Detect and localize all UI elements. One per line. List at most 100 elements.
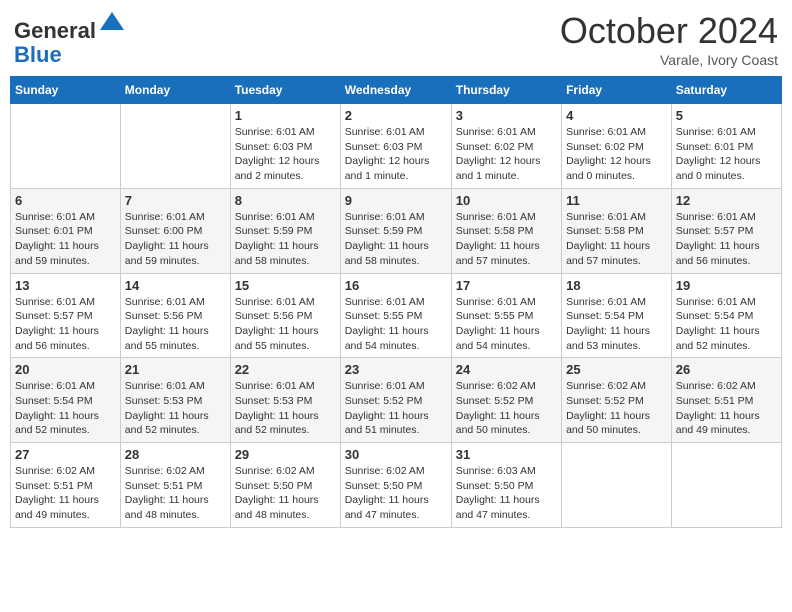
day-cell: 14Sunrise: 6:01 AM Sunset: 5:56 PM Dayli… <box>120 273 230 358</box>
day-cell: 1 Sunrise: 6:01 AM Sunset: 6:03 PM Daylig… <box>230 104 340 189</box>
day-cell: 25 Sunrise: 6:02 AM Sunset: 5:52 PM Dayli… <box>562 358 672 443</box>
day-number: 24 <box>456 362 557 377</box>
day-info: Sunrise: 6:01 AM Sunset: 6:03 PM Dayligh… <box>235 125 336 184</box>
day-cell: 29 Sunrise: 6:02 AM Sunset: 5:50 PM Dayli… <box>230 443 340 528</box>
day-info: Sunrise: 6:01 AM Sunset: 5:59 PM Dayligh… <box>345 210 447 269</box>
day-number: 16 <box>345 278 447 293</box>
day-cell: 6 Sunrise: 6:01 AM Sunset: 6:01 PM Daylig… <box>11 188 121 273</box>
day-info: Sunrise: 6:01 AM Sunset: 6:02 PM Dayligh… <box>456 125 557 184</box>
calendar-body: 1 Sunrise: 6:01 AM Sunset: 6:03 PM Daylig… <box>11 104 782 528</box>
day-info: Sunrise: 6:01 AM Sunset: 5:57 PM Dayligh… <box>676 210 777 269</box>
day-cell: 27 Sunrise: 6:02 AM Sunset: 5:51 PM Dayli… <box>11 443 121 528</box>
day-number: 5 <box>676 108 777 123</box>
day-number: 27 <box>15 447 116 462</box>
day-number: 1 <box>235 108 336 123</box>
day-number: 18 <box>566 278 667 293</box>
day-cell: 2 Sunrise: 6:01 AM Sunset: 6:03 PM Daylig… <box>340 104 451 189</box>
logo-general: General <box>14 18 96 43</box>
day-number: 25 <box>566 362 667 377</box>
day-cell: 16Sunrise: 6:01 AM Sunset: 5:55 PM Dayli… <box>340 273 451 358</box>
day-info: Sunrise: 6:01 AM Sunset: 5:54 PM Dayligh… <box>566 295 667 354</box>
page-header: General Blue October 2024 Varale, Ivory … <box>10 10 782 68</box>
weekday-thursday: Thursday <box>451 77 561 104</box>
day-cell: 7Sunrise: 6:01 AM Sunset: 6:00 PM Daylig… <box>120 188 230 273</box>
day-number: 12 <box>676 193 777 208</box>
day-cell: 3 Sunrise: 6:01 AM Sunset: 6:02 PM Daylig… <box>451 104 561 189</box>
day-number: 17 <box>456 278 557 293</box>
day-number: 31 <box>456 447 557 462</box>
day-cell: 5Sunrise: 6:01 AM Sunset: 6:01 PM Daylig… <box>671 104 781 189</box>
day-cell: 21 Sunrise: 6:01 AM Sunset: 5:53 PM Dayli… <box>120 358 230 443</box>
week-row-5: 27 Sunrise: 6:02 AM Sunset: 5:51 PM Dayli… <box>11 443 782 528</box>
day-info: Sunrise: 6:01 AM Sunset: 5:52 PM Dayligh… <box>345 379 447 438</box>
day-cell: 15 Sunrise: 6:01 AM Sunset: 5:56 PM Dayli… <box>230 273 340 358</box>
day-info: Sunrise: 6:01 AM Sunset: 5:59 PM Dayligh… <box>235 210 336 269</box>
day-cell: 8 Sunrise: 6:01 AM Sunset: 5:59 PM Daylig… <box>230 188 340 273</box>
day-info: Sunrise: 6:01 AM Sunset: 5:58 PM Dayligh… <box>566 210 667 269</box>
day-cell: 4Sunrise: 6:01 AM Sunset: 6:02 PM Daylig… <box>562 104 672 189</box>
weekday-monday: Monday <box>120 77 230 104</box>
day-number: 15 <box>235 278 336 293</box>
day-cell <box>120 104 230 189</box>
month-title: October 2024 <box>560 10 778 52</box>
day-info: Sunrise: 6:02 AM Sunset: 5:50 PM Dayligh… <box>345 464 447 523</box>
day-cell: 31 Sunrise: 6:03 AM Sunset: 5:50 PM Dayli… <box>451 443 561 528</box>
day-info: Sunrise: 6:01 AM Sunset: 5:55 PM Dayligh… <box>456 295 557 354</box>
day-info: Sunrise: 6:02 AM Sunset: 5:51 PM Dayligh… <box>676 379 777 438</box>
day-number: 7 <box>125 193 226 208</box>
day-number: 28 <box>125 447 226 462</box>
day-info: Sunrise: 6:02 AM Sunset: 5:52 PM Dayligh… <box>566 379 667 438</box>
day-number: 10 <box>456 193 557 208</box>
logo-blue: Blue <box>14 42 62 67</box>
weekday-wednesday: Wednesday <box>340 77 451 104</box>
day-info: Sunrise: 6:01 AM Sunset: 5:56 PM Dayligh… <box>125 295 226 354</box>
day-number: 2 <box>345 108 447 123</box>
week-row-4: 20Sunrise: 6:01 AM Sunset: 5:54 PM Dayli… <box>11 358 782 443</box>
logo-icon <box>98 10 126 38</box>
day-cell: 11 Sunrise: 6:01 AM Sunset: 5:58 PM Dayli… <box>562 188 672 273</box>
day-info: Sunrise: 6:01 AM Sunset: 5:58 PM Dayligh… <box>456 210 557 269</box>
day-cell: 18 Sunrise: 6:01 AM Sunset: 5:54 PM Dayli… <box>562 273 672 358</box>
weekday-friday: Friday <box>562 77 672 104</box>
logo: General Blue <box>14 10 126 67</box>
day-info: Sunrise: 6:02 AM Sunset: 5:52 PM Dayligh… <box>456 379 557 438</box>
day-number: 29 <box>235 447 336 462</box>
day-number: 30 <box>345 447 447 462</box>
day-info: Sunrise: 6:01 AM Sunset: 5:54 PM Dayligh… <box>676 295 777 354</box>
day-cell: 20Sunrise: 6:01 AM Sunset: 5:54 PM Dayli… <box>11 358 121 443</box>
week-row-3: 13Sunrise: 6:01 AM Sunset: 5:57 PM Dayli… <box>11 273 782 358</box>
day-cell: 17 Sunrise: 6:01 AM Sunset: 5:55 PM Dayli… <box>451 273 561 358</box>
day-cell: 28 Sunrise: 6:02 AM Sunset: 5:51 PM Dayli… <box>120 443 230 528</box>
day-cell: 10 Sunrise: 6:01 AM Sunset: 5:58 PM Dayli… <box>451 188 561 273</box>
day-number: 22 <box>235 362 336 377</box>
week-row-2: 6 Sunrise: 6:01 AM Sunset: 6:01 PM Daylig… <box>11 188 782 273</box>
day-cell <box>11 104 121 189</box>
day-number: 6 <box>15 193 116 208</box>
day-cell: 30 Sunrise: 6:02 AM Sunset: 5:50 PM Dayli… <box>340 443 451 528</box>
calendar-table: SundayMondayTuesdayWednesdayThursdayFrid… <box>10 76 782 528</box>
day-info: Sunrise: 6:02 AM Sunset: 5:51 PM Dayligh… <box>15 464 116 523</box>
day-cell: 19 Sunrise: 6:01 AM Sunset: 5:54 PM Dayli… <box>671 273 781 358</box>
day-number: 26 <box>676 362 777 377</box>
day-info: Sunrise: 6:01 AM Sunset: 6:03 PM Dayligh… <box>345 125 447 184</box>
day-number: 8 <box>235 193 336 208</box>
day-info: Sunrise: 6:01 AM Sunset: 5:56 PM Dayligh… <box>235 295 336 354</box>
day-number: 11 <box>566 193 667 208</box>
day-number: 3 <box>456 108 557 123</box>
day-number: 13 <box>15 278 116 293</box>
day-number: 21 <box>125 362 226 377</box>
day-cell: 23 Sunrise: 6:01 AM Sunset: 5:52 PM Dayli… <box>340 358 451 443</box>
day-number: 19 <box>676 278 777 293</box>
day-info: Sunrise: 6:02 AM Sunset: 5:50 PM Dayligh… <box>235 464 336 523</box>
day-info: Sunrise: 6:02 AM Sunset: 5:51 PM Dayligh… <box>125 464 226 523</box>
title-block: October 2024 Varale, Ivory Coast <box>560 10 778 68</box>
week-row-1: 1 Sunrise: 6:01 AM Sunset: 6:03 PM Daylig… <box>11 104 782 189</box>
day-info: Sunrise: 6:03 AM Sunset: 5:50 PM Dayligh… <box>456 464 557 523</box>
weekday-sunday: Sunday <box>11 77 121 104</box>
day-number: 9 <box>345 193 447 208</box>
day-number: 4 <box>566 108 667 123</box>
day-info: Sunrise: 6:01 AM Sunset: 5:53 PM Dayligh… <box>125 379 226 438</box>
day-number: 23 <box>345 362 447 377</box>
day-info: Sunrise: 6:01 AM Sunset: 6:01 PM Dayligh… <box>15 210 116 269</box>
weekday-header-row: SundayMondayTuesdayWednesdayThursdayFrid… <box>11 77 782 104</box>
